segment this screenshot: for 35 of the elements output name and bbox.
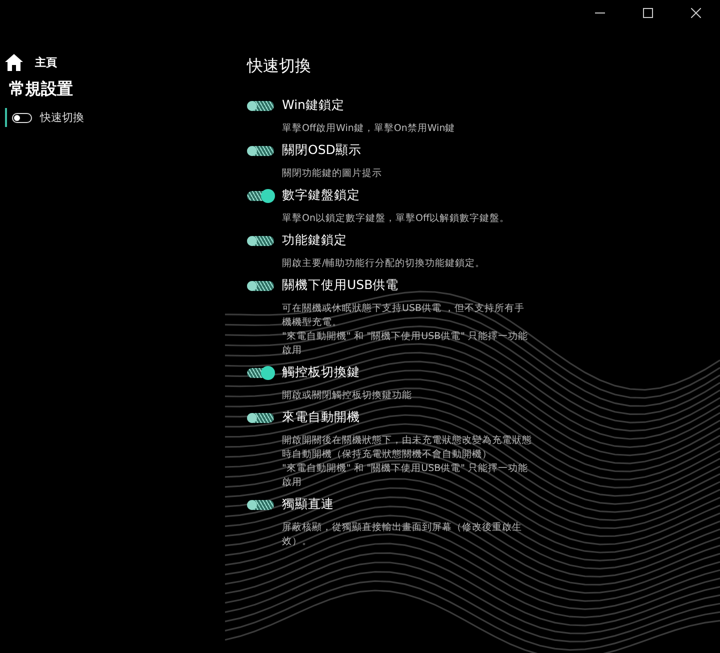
toggle-switch[interactable] [247,368,274,378]
sidebar-item-label: 快速切換 [40,110,84,125]
close-icon [691,8,701,18]
setting-description: 屏蔽核顯，從獨顯直接輸出畫面到屏幕（修改後重啟生效）。 [282,521,523,549]
setting-title: 關機下使用USB供電 [282,277,399,294]
setting-description: 可在關機或休眠狀態下支持USB供電 ，但不支持所有手機機型充電。 [282,302,526,330]
toggle-switch[interactable] [247,500,274,510]
toggle-switch[interactable] [247,280,274,290]
page-title: 快速切換 [247,56,312,77]
setting-description: 關閉功能鍵的圖片提示 [282,167,383,181]
setting-description: "來電自動開機" 和 "關機下使用USB供電" 只能擇一功能啟用 [282,462,530,490]
setting-title: Win鍵鎖定 [282,97,344,114]
toggle-switch[interactable] [247,146,274,156]
maximize-icon [643,8,653,18]
setting-title: 功能鍵鎖定 [282,232,347,249]
toggle-icon [12,112,32,122]
setting-description: "來電自動開機" 和 "關機下使用USB供電" 只能擇一功能啟用 [282,330,530,358]
setting-description: 開啟主要/輔助功能行分配的切換功能鍵鎖定。 [282,257,486,271]
setting-description: 開啟或關閉觸控板切換鍵功能 [282,389,413,403]
setting-title: 獨顯直連 [282,496,334,513]
setting-title: 數字鍵盤鎖定 [282,187,360,204]
toggle-switch[interactable] [247,236,274,246]
setting-title: 觸控板切換鍵 [282,364,360,381]
toggle-switch[interactable] [247,100,274,110]
setting-title: 來電自動開機 [282,409,360,426]
setting-description: 單擊On以鎖定數字鍵盤，單擊Off以解鎖數字鍵盤。 [282,212,511,226]
setting-title: 關閉OSD顯示 [282,142,362,159]
home-icon[interactable] [5,54,23,71]
setting-description: 單擊Off啟用Win鍵，單擊On禁用Win鍵 [282,122,456,136]
section-heading: 常規設置 [9,79,74,100]
setting-description: 開啟開關後在關機狀態下，由未充電狀態改變為充電狀態時自動開機（保持充電狀態關機不會自動開機） [282,434,533,462]
home-link[interactable]: 主頁 [35,55,57,70]
sidebar-item[interactable]: 快速切換 [5,108,230,127]
toggle-switch[interactable] [247,190,274,200]
toggle-switch[interactable] [247,412,274,422]
